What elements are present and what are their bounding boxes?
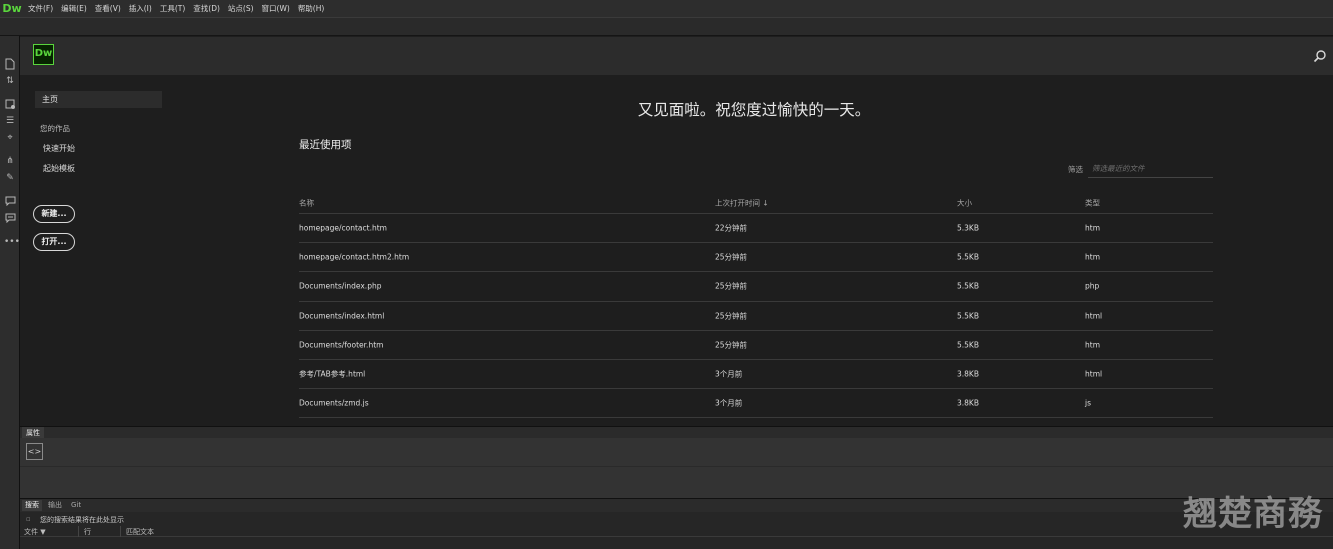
menu-tools[interactable]: 工具(T): [156, 3, 189, 14]
file-time: 25分钟前: [715, 311, 748, 321]
table-row[interactable]: Documents/index.html 25分钟前 5.5KB html: [299, 302, 1213, 331]
document-toolbar: [0, 17, 1333, 36]
col-line[interactable]: 行: [84, 527, 91, 537]
menu-view[interactable]: 查看(V): [91, 3, 125, 14]
file-type: htm: [1085, 340, 1100, 350]
col-type[interactable]: 类型: [1085, 197, 1100, 208]
watermark: 翘楚商務: [1183, 494, 1323, 534]
menu-find[interactable]: 查找(D): [189, 3, 224, 14]
search-message: 您的搜索结果将在此处显示: [40, 516, 124, 524]
file-type: js: [1085, 398, 1091, 408]
file-name: Documents/zmd.js: [299, 398, 369, 408]
comment-icon[interactable]: [4, 196, 16, 208]
file-type: htm: [1085, 223, 1100, 233]
more-icon[interactable]: •••: [4, 236, 20, 248]
table-row[interactable]: homepage/contact.htm2.htm 25分钟前 5.5KB ht…: [299, 243, 1213, 273]
dom-icon[interactable]: ⋔: [4, 155, 16, 167]
new-button[interactable]: 新建...: [33, 205, 75, 223]
search-panel: 搜索 输出 Git ▫ 您的搜索结果将在此处显示 文件 ▼ 行 匹配文本: [20, 498, 1333, 549]
properties-panel: <>: [20, 438, 1333, 498]
filter-input[interactable]: 筛选最近的文件: [1088, 162, 1213, 178]
tab-git[interactable]: Git: [68, 500, 84, 511]
new-document-icon[interactable]: [4, 58, 16, 70]
menu-file[interactable]: 文件(F): [24, 3, 57, 14]
search-result-columns: 文件 ▼ 行 匹配文本: [20, 526, 1333, 537]
file-size: 5.5KB: [957, 281, 979, 291]
file-transfer-icon[interactable]: ⇅: [4, 75, 16, 87]
table-header: 名称 上次打开时间 ↓ 大小 类型: [299, 192, 1213, 214]
code-navigator-icon[interactable]: ☰: [4, 115, 16, 127]
filter-label: 筛选: [1068, 165, 1083, 174]
table-row[interactable]: 参考/TAB参考.html 3个月前 3.8KB html: [299, 360, 1213, 390]
file-time: 25分钟前: [715, 252, 748, 262]
inspect-icon[interactable]: [4, 99, 16, 111]
column-divider: [78, 526, 79, 537]
dw-logo: Dw: [33, 44, 54, 65]
html-code-icon[interactable]: <>: [26, 443, 43, 460]
tab-search[interactable]: 搜索: [22, 500, 42, 511]
file-name: homepage/contact.htm2.htm: [299, 252, 410, 262]
file-size: 5.5KB: [957, 340, 979, 350]
search-panel-tabs: 搜索 输出 Git: [20, 499, 1333, 512]
col-name[interactable]: 名称: [299, 197, 314, 208]
tools-iconbar: ⇅ ☰ ⌖ ⋔ ✎ •••: [0, 36, 20, 549]
col-last-opened[interactable]: 上次打开时间 ↓: [715, 197, 769, 208]
properties-divider: [20, 466, 1333, 467]
file-time: 3个月前: [715, 398, 743, 408]
start-screen: Dw 主页 您的作品 快速开始 起始模板 新建... 打开... 又见面啦。祝您…: [20, 37, 1333, 426]
file-size: 3.8KB: [957, 369, 979, 379]
file-time: 25分钟前: [715, 281, 748, 291]
file-name: Documents/index.php: [299, 281, 382, 291]
snippet-icon[interactable]: [4, 213, 16, 225]
file-size: 5.5KB: [957, 311, 979, 321]
start-header: Dw: [20, 37, 1333, 75]
file-type: html: [1085, 311, 1103, 321]
nav-your-work: 您的作品: [40, 124, 70, 133]
menu-window[interactable]: 窗口(W): [258, 3, 294, 14]
menu-bar: Dw 文件(F) 编辑(E) 查看(V) 插入(I) 工具(T) 查找(D) 站…: [0, 0, 1333, 17]
app-logo: Dw: [2, 2, 22, 15]
file-name: 参考/TAB参考.html: [299, 369, 366, 379]
file-time: 3个月前: [715, 369, 743, 379]
live-view-icon[interactable]: ⌖: [4, 132, 16, 144]
table-row[interactable]: Documents/zmd.js 3个月前 3.8KB js: [299, 389, 1213, 419]
menu-site[interactable]: 站点(S): [224, 3, 258, 14]
col-match-text[interactable]: 匹配文本: [126, 527, 154, 537]
file-size: 3.8KB: [957, 398, 979, 408]
properties-tab-row: 属性: [20, 426, 1333, 439]
column-divider: [120, 526, 121, 537]
file-size: 5.5KB: [957, 252, 979, 262]
nav-starter-templates[interactable]: 起始模板: [43, 163, 75, 174]
file-time: 25分钟前: [715, 340, 748, 350]
recent-files-table: 名称 上次打开时间 ↓ 大小 类型 homepage/contact.htm 2…: [299, 192, 1213, 419]
file-time: 22分钟前: [715, 223, 748, 233]
file-name: Documents/index.html: [299, 311, 385, 321]
table-row[interactable]: homepage/contact.htm 22分钟前 5.3KB htm: [299, 214, 1213, 244]
col-file[interactable]: 文件 ▼: [24, 527, 46, 537]
table-row[interactable]: Documents/footer.htm 25分钟前 5.5KB htm: [299, 331, 1213, 360]
nav-quick-start[interactable]: 快速开始: [43, 143, 75, 154]
greeting: 又见面啦。祝您度过愉快的一天。: [637, 101, 871, 119]
brush-icon[interactable]: ✎: [4, 172, 16, 184]
open-button[interactable]: 打开...: [33, 233, 75, 251]
file-name: Documents/footer.htm: [299, 340, 384, 350]
col-size[interactable]: 大小: [957, 197, 972, 208]
menu-help[interactable]: 帮助(H): [294, 3, 329, 14]
file-name: homepage/contact.htm: [299, 223, 387, 233]
search-result-icon: ▫: [26, 515, 31, 523]
file-type: html: [1085, 369, 1103, 379]
file-type: php: [1085, 281, 1100, 291]
menu-edit[interactable]: 编辑(E): [57, 3, 91, 14]
table-row[interactable]: Documents/index.php 25分钟前 5.5KB php: [299, 272, 1213, 302]
file-type: htm: [1085, 252, 1100, 262]
search-icon[interactable]: [1313, 49, 1327, 63]
tab-output[interactable]: 输出: [45, 500, 65, 511]
menu-insert[interactable]: 插入(I): [125, 3, 156, 14]
file-size: 5.3KB: [957, 223, 979, 233]
recent-title: 最近使用项: [299, 139, 352, 151]
